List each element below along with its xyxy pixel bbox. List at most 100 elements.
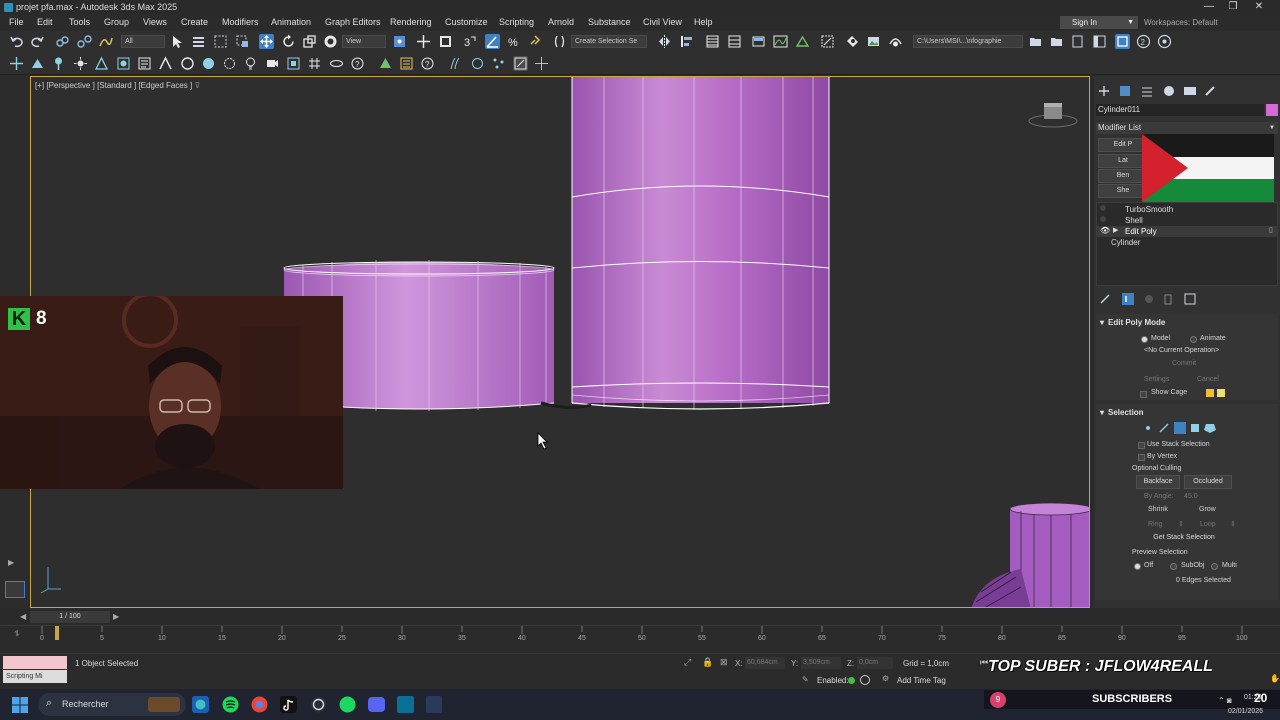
modifier-button-bend[interactable]: Ben: [1098, 169, 1148, 183]
object-name-field[interactable]: Cylinder011: [1096, 104, 1264, 116]
stack-item-edit-poly[interactable]: 👁 ▶ Edit Poly ▯: [1097, 226, 1277, 237]
menu-scripting[interactable]: Scripting: [499, 17, 534, 27]
close-button[interactable]: ✕: [1252, 1, 1266, 13]
modifier-button-shell[interactable]: She: [1098, 184, 1148, 198]
hair-tool-icon[interactable]: [448, 56, 463, 71]
expand-arrow-icon[interactable]: ▶: [8, 558, 14, 567]
menu-arnold[interactable]: Arnold: [548, 17, 574, 27]
menu-substance[interactable]: Substance: [588, 17, 631, 27]
maxscript-listener-field[interactable]: [3, 656, 67, 669]
redo-icon[interactable]: [30, 34, 45, 49]
taskbar-search-box[interactable]: ⌕ Rechercher: [38, 693, 186, 716]
stack-pin-icon[interactable]: ▯: [1269, 226, 1273, 234]
menu-edit[interactable]: Edit: [37, 17, 53, 27]
commit-button[interactable]: Commit: [1172, 360, 1196, 367]
cancel-button[interactable]: Cancel: [1197, 376, 1219, 383]
edit-poly-mode-title[interactable]: Edit Poly Mode: [1108, 318, 1165, 327]
object-color-swatch[interactable]: [1266, 104, 1278, 116]
time-slider[interactable]: ◀ 1 / 100 ▶: [0, 609, 1280, 625]
viewcube[interactable]: [1028, 103, 1078, 128]
select-faces-icon[interactable]: [30, 56, 45, 71]
minimize-button[interactable]: —: [1202, 1, 1216, 13]
select-by-name-icon[interactable]: [191, 34, 206, 49]
workspaces-dropdown[interactable]: Workspaces: Default: [1144, 18, 1218, 27]
pivot-center-icon[interactable]: [392, 34, 407, 49]
menu-graph-editors[interactable]: Graph Editors: [325, 17, 381, 27]
eye-off-icon[interactable]: [1100, 205, 1106, 211]
select-and-place-icon[interactable]: [323, 34, 338, 49]
arnold-material-icon[interactable]: [201, 56, 216, 71]
absolute-mode-icon[interactable]: ⊠: [720, 657, 728, 668]
preview-subobj-radio[interactable]: [1170, 563, 1177, 570]
arnold-orbit-icon[interactable]: [329, 56, 344, 71]
sun-light-icon[interactable]: [73, 56, 88, 71]
menu-modifiers[interactable]: Modifiers: [222, 17, 259, 27]
reference-coordinate-dropdown[interactable]: View: [342, 35, 386, 48]
autodesk-assistant-icon[interactable]: [1157, 34, 1172, 49]
tall-cylinder-object[interactable]: [571, 77, 830, 410]
move-gizmo-icon[interactable]: [534, 56, 549, 71]
lock-selection-icon[interactable]: 🔒: [702, 657, 713, 668]
substance-list-icon[interactable]: [399, 56, 414, 71]
rollout-collapse-icon[interactable]: ▾: [1100, 318, 1104, 327]
bind-space-warp-icon[interactable]: [98, 34, 113, 49]
arnold-grid-icon[interactable]: [307, 56, 322, 71]
paint-select-icon[interactable]: [513, 56, 528, 71]
curve-editor-icon[interactable]: [773, 34, 788, 49]
arnold-help-icon[interactable]: ?: [350, 56, 365, 71]
y-coord-field[interactable]: 3,509cm: [801, 657, 841, 669]
menu-civil-view[interactable]: Civil View: [643, 17, 682, 27]
time-slider-thumb[interactable]: 1 / 100: [30, 611, 110, 623]
set-project-folder-icon[interactable]: [1028, 34, 1043, 49]
sign-in-button[interactable]: Sign In ▼: [1060, 16, 1138, 29]
arnold-bulb-icon[interactable]: [243, 56, 258, 71]
next-frame-icon[interactable]: ▶: [113, 612, 119, 621]
isolate-selection-icon[interactable]: ⤢: [684, 657, 691, 668]
stack-item-cylinder[interactable]: Cylinder: [1097, 237, 1277, 248]
shrink-button[interactable]: Shrink: [1148, 506, 1168, 513]
eye-off-icon[interactable]: [1100, 216, 1106, 222]
mirror-icon[interactable]: [657, 34, 672, 49]
previous-frame-icon[interactable]: ◀: [20, 612, 26, 621]
loop-spinner-icon[interactable]: ⇕: [1230, 520, 1236, 528]
stack-item-shell[interactable]: Shell: [1097, 215, 1277, 226]
named-selection-set-dropdown[interactable]: Create Selection Se: [571, 35, 647, 48]
angle-value-field[interactable]: 45.0: [1184, 493, 1198, 500]
align-icon[interactable]: [679, 34, 694, 49]
add-time-tag-button[interactable]: Add Time Tag: [897, 676, 946, 685]
show-cage-checkbox[interactable]: [1140, 391, 1147, 398]
menu-help[interactable]: Help: [694, 17, 713, 27]
preview-multi-radio[interactable]: [1211, 563, 1218, 570]
arnold-proxy-icon[interactable]: [286, 56, 301, 71]
select-and-rotate-icon[interactable]: [281, 34, 296, 49]
ribbon-toggle-icon[interactable]: [751, 34, 766, 49]
animate-radio[interactable]: [1190, 336, 1197, 343]
menu-animation[interactable]: Animation: [271, 17, 311, 27]
x-coord-field[interactable]: 60,684cm: [745, 657, 785, 669]
substance-icon[interactable]: [378, 56, 393, 71]
menu-views[interactable]: Views: [143, 17, 167, 27]
go-to-start-icon[interactable]: ⏮: [980, 657, 988, 668]
viewport-layout-tab[interactable]: [5, 581, 25, 598]
get-stack-selection-button[interactable]: Get Stack Selection: [1136, 532, 1232, 546]
menu-file[interactable]: File: [9, 17, 24, 27]
material-editor-icon[interactable]: [820, 34, 835, 49]
expand-arrow-icon[interactable]: ▶: [1113, 226, 1118, 234]
arnold-volume-icon[interactable]: [222, 56, 237, 71]
ring-button[interactable]: Ring: [1148, 521, 1162, 528]
grow-button[interactable]: Grow: [1199, 506, 1216, 513]
menu-tools[interactable]: Tools: [69, 17, 90, 27]
settings-button[interactable]: Settings: [1144, 376, 1169, 383]
maxscript-input[interactable]: Scripting Mi: [3, 670, 67, 683]
loop-button[interactable]: Loop: [1200, 521, 1216, 528]
enabled-indicator[interactable]: [848, 677, 855, 684]
layout-toggle-icon[interactable]: [1092, 34, 1107, 49]
help-circle-icon[interactable]: 2: [1136, 34, 1151, 49]
rendered-frame-window-icon[interactable]: [866, 34, 881, 49]
select-manipulate-icon[interactable]: [416, 34, 431, 49]
cloth-tool-icon[interactable]: [470, 56, 485, 71]
menu-group[interactable]: Group: [104, 17, 129, 27]
backface-button[interactable]: Backface: [1136, 475, 1180, 489]
window-crossing-icon[interactable]: [235, 34, 250, 49]
arnold-log-icon[interactable]: [137, 56, 152, 71]
